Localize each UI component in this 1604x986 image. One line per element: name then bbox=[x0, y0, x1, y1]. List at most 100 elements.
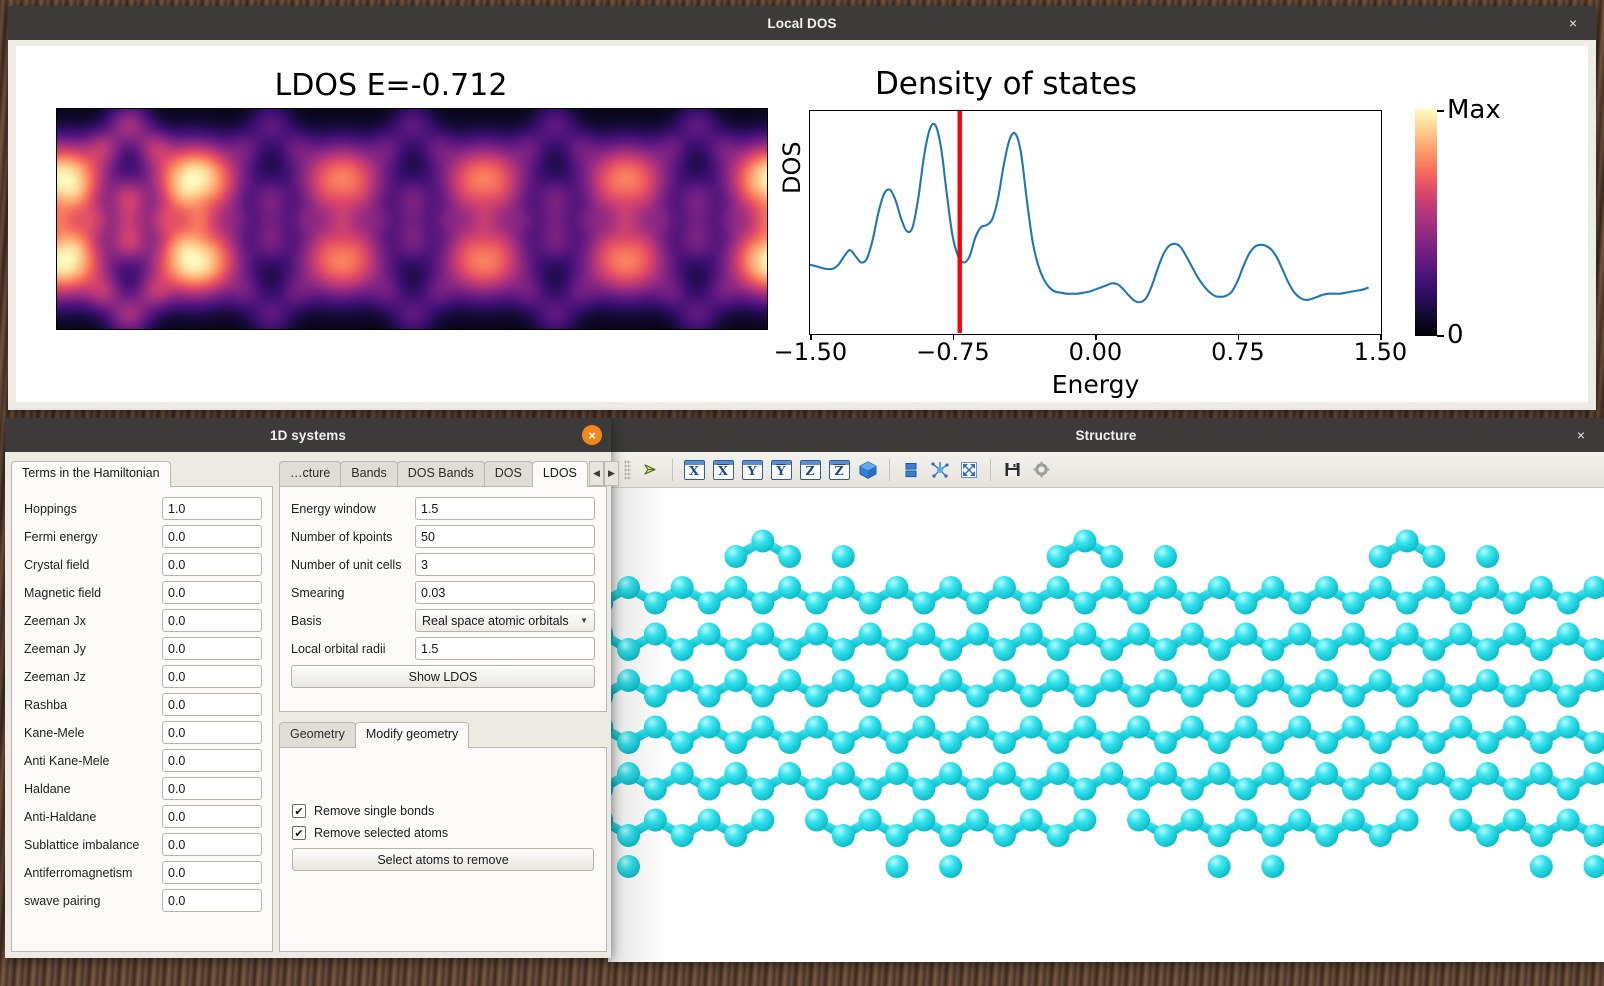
ldos-input-local-orbital-radii[interactable] bbox=[415, 637, 595, 660]
tab-bands[interactable]: Bands bbox=[340, 461, 398, 486]
axis-y-icon[interactable]: Y bbox=[739, 457, 765, 483]
select-atoms-to-remove-button[interactable]: Select atoms to remove bbox=[292, 848, 594, 871]
axis-z-neg-icon[interactable]: Z bbox=[826, 457, 852, 483]
ldos-select-basis[interactable]: Real space atomic orbitals ▼ bbox=[415, 609, 595, 632]
hamiltonian-input-magnetic-field[interactable] bbox=[162, 581, 262, 604]
toolbar-separator-2 bbox=[889, 458, 890, 481]
axis-x-neg-icon[interactable]: X bbox=[710, 457, 736, 483]
ldos-colorbar bbox=[1415, 109, 1437, 336]
hamiltonian-input-antiferromagnetism[interactable] bbox=[162, 861, 262, 884]
ldos-input-number-of-unit-cells[interactable] bbox=[415, 553, 595, 576]
axis-y-neg-icon[interactable]: Y bbox=[768, 457, 794, 483]
axis-x-icon[interactable]: X bbox=[681, 457, 707, 483]
geometry-checkbox-group: ✔ Remove single bonds ✔ Remove selected ato… bbox=[292, 804, 594, 848]
checkbox-remove-single-bonds[interactable]: ✔ bbox=[292, 804, 306, 818]
hamiltonian-input-hoppings[interactable] bbox=[162, 497, 262, 520]
hamiltonian-row: Rashba bbox=[24, 693, 262, 716]
cube-perspective-icon[interactable] bbox=[855, 457, 881, 483]
local-dos-title: Local DOS bbox=[767, 15, 837, 31]
dos-x-tick-label: 0.75 bbox=[1211, 338, 1265, 366]
chevron-down-icon: ▼ bbox=[580, 616, 588, 625]
tab-geometry[interactable]: Geometry bbox=[279, 722, 356, 747]
local-dos-titlebar: Local DOS × bbox=[8, 6, 1596, 40]
dos-plot-frame bbox=[809, 110, 1382, 335]
hamiltonian-input-anti-haldane[interactable] bbox=[162, 805, 262, 828]
tab-dos[interactable]: DOS bbox=[483, 461, 533, 486]
ldos-input-smearing[interactable] bbox=[415, 581, 595, 604]
hamiltonian-row: Antiferromagnetism bbox=[24, 861, 262, 884]
hamiltonian-row: Anti Kane-Mele bbox=[24, 749, 262, 772]
ldos-input-number-of-kpoints[interactable] bbox=[415, 525, 595, 548]
ldos-select-value: Real space atomic orbitals bbox=[422, 613, 569, 628]
hamiltonian-input-zeeman-jx[interactable] bbox=[162, 609, 262, 632]
show-ldos-button[interactable]: Show LDOS bbox=[291, 665, 595, 688]
ldos-row: Local orbital radii bbox=[291, 637, 595, 660]
hamiltonian-label: Hoppings bbox=[24, 501, 77, 516]
ldos-row: Smearing bbox=[291, 581, 595, 604]
ldos-input-energy-window[interactable] bbox=[415, 497, 595, 520]
hamiltonian-input-crystal-field[interactable] bbox=[162, 553, 262, 576]
hamiltonian-input-haldane[interactable] bbox=[162, 777, 262, 800]
axis-z-icon[interactable]: Z bbox=[797, 457, 823, 483]
ldos-label: Energy window bbox=[291, 501, 376, 516]
hamiltonian-input-swave-pairing[interactable] bbox=[162, 889, 262, 912]
hamiltonian-input-fermi-energy[interactable] bbox=[162, 525, 262, 548]
local-dos-close-button[interactable]: × bbox=[1564, 14, 1582, 32]
save-icon[interactable] bbox=[999, 457, 1025, 483]
ldos-label: Number of unit cells bbox=[291, 557, 402, 572]
hamiltonian-input-sublattice-imbalance[interactable] bbox=[162, 833, 262, 856]
hamiltonian-notebook: Terms in the Hamiltonian Hoppings Fermi e… bbox=[11, 460, 273, 952]
checkbox-remove-selected-atoms[interactable]: ✔ bbox=[292, 826, 306, 840]
dos-x-tick-label: −1.50 bbox=[773, 338, 848, 366]
checkbox-row[interactable]: ✔ Remove selected atoms bbox=[292, 826, 594, 840]
tab-ldos[interactable]: LDOS bbox=[531, 461, 588, 487]
dos-x-axis-label: Energy bbox=[1051, 370, 1140, 399]
ldos-row: Number of unit cells bbox=[291, 553, 595, 576]
structure-close-button[interactable]: × bbox=[1572, 426, 1590, 444]
fit-to-view-icon[interactable] bbox=[956, 457, 982, 483]
structure-3d-view[interactable] bbox=[608, 488, 1604, 962]
ldos-label: Local orbital radii bbox=[291, 641, 386, 656]
structure-titlebar: Structure × bbox=[608, 418, 1604, 452]
rotate-tool-icon[interactable] bbox=[638, 457, 664, 483]
hamiltonian-label: Crystal field bbox=[24, 557, 90, 572]
split-view-icon[interactable] bbox=[898, 457, 924, 483]
checkbox-row[interactable]: ✔ Remove single bonds bbox=[292, 804, 594, 818]
hamiltonian-tabstrip: Terms in the Hamiltonian bbox=[11, 460, 273, 487]
dos-plot-title: Density of states bbox=[874, 66, 1138, 102]
chevron-right-icon[interactable]: ▶ bbox=[603, 461, 619, 486]
tab-modify-geometry[interactable]: Modify geometry bbox=[354, 722, 470, 748]
chevron-left-icon[interactable]: ◀ bbox=[588, 461, 604, 486]
atom-bond-icon[interactable] bbox=[927, 457, 953, 483]
tab-dos-bands[interactable]: DOS Bands bbox=[396, 461, 485, 486]
modify-geometry-content: ✔ Remove single bonds ✔ Remove selected ato… bbox=[280, 748, 606, 883]
settings-gear-icon[interactable] bbox=[1028, 457, 1054, 483]
hamiltonian-input-rashba[interactable] bbox=[162, 693, 262, 716]
geometry-tabstrip: Geometry Modify geometry bbox=[279, 721, 607, 748]
toolbar-grip[interactable] bbox=[624, 459, 631, 480]
dos-x-tick-mark bbox=[1095, 335, 1097, 340]
hamiltonian-column: Terms in the Hamiltonian Hoppings Fermi e… bbox=[11, 460, 273, 952]
hamiltonian-input-anti-kane-mele[interactable] bbox=[162, 749, 262, 772]
onedim-close-button[interactable]: × bbox=[582, 425, 602, 445]
hamiltonian-row: Zeeman Jx bbox=[24, 609, 262, 632]
onedim-titlebar: 1D systems × bbox=[5, 418, 611, 452]
hamiltonian-row: Fermi energy bbox=[24, 525, 262, 548]
colorbar-max-label: Max bbox=[1447, 95, 1501, 125]
toolbar-separator-1 bbox=[672, 458, 673, 481]
tab-terms-in-the-hamiltonian[interactable]: Terms in the Hamiltonian bbox=[11, 461, 171, 487]
hamiltonian-row: Haldane bbox=[24, 777, 262, 800]
structure-atoms bbox=[608, 529, 1604, 878]
hamiltonian-input-zeeman-jz[interactable] bbox=[162, 665, 262, 688]
hamiltonian-input-zeeman-jy[interactable] bbox=[162, 637, 262, 660]
dos-x-tick-labels: −1.50 −0.75 0.00 0.75 1.50 bbox=[774, 338, 1407, 368]
toolbar-separator-3 bbox=[990, 458, 991, 481]
ldos-label: Number of kpoints bbox=[291, 529, 393, 544]
tab--cture[interactable]: …cture bbox=[279, 461, 342, 486]
onedim-title: 1D systems bbox=[269, 427, 347, 443]
colorbar-max-tick bbox=[1437, 110, 1444, 112]
hamiltonian-input-kane-mele[interactable] bbox=[162, 721, 262, 744]
checkbox-label: Remove selected atoms bbox=[314, 826, 449, 840]
ldos-page: Energy window Number of kpoints Number of … bbox=[279, 486, 607, 712]
structure-toolbar: X X Y Y Z Z bbox=[608, 452, 1604, 488]
